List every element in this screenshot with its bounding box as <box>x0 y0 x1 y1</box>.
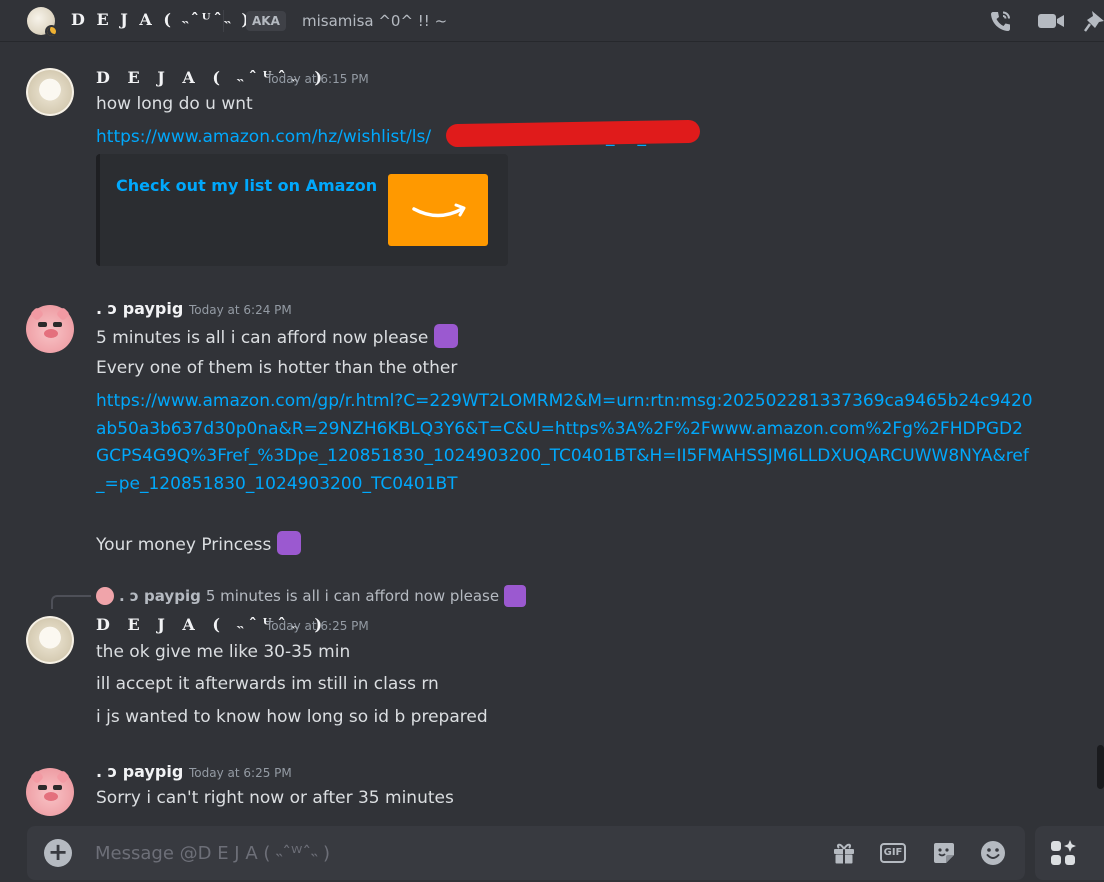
idle-status-icon <box>45 25 58 38</box>
app-launcher-icon <box>1051 840 1076 865</box>
message-line: Your money Princess <box>96 531 301 557</box>
reply-preview[interactable]: . ɔ paypig 5 minutes is all i can afford… <box>96 585 527 607</box>
voice-call-icon[interactable] <box>988 9 1014 33</box>
header-display-name[interactable]: D E J A ( ˵ˆᵂˆ˵ ) <box>71 10 252 30</box>
wishlist-link[interactable]: https://www.amazon.com/hz/wishlist/ls/ <box>96 127 431 147</box>
add-attachment-button[interactable]: + <box>44 839 72 867</box>
message-text: 5 minutes is all i can afford now please <box>96 328 429 348</box>
message-timestamp: Today at 6:25 PM <box>189 766 292 780</box>
gift-icon[interactable] <box>829 838 859 868</box>
gif-label: GIF <box>880 843 906 863</box>
message-composer: + GIF <box>27 826 1025 880</box>
embed-title[interactable]: Check out my list on Amazon <box>116 176 377 195</box>
pin-icon[interactable] <box>1084 9 1104 33</box>
message-author[interactable]: . ɔ paypig <box>96 762 183 781</box>
message-text: Sorry i can't right now or after 35 minu… <box>96 788 454 808</box>
emoji-icon[interactable] <box>978 838 1008 868</box>
message-line: 5 minutes is all i can afford now please <box>96 324 458 350</box>
header-divider <box>223 10 224 32</box>
message-text: Every one of them is hotter than the oth… <box>96 358 458 378</box>
message-timestamp: Today at 6:24 PM <box>189 303 292 317</box>
avatar[interactable] <box>26 768 74 816</box>
scrollbar-thumb[interactable] <box>1097 745 1104 789</box>
apps-button[interactable] <box>1035 826 1104 880</box>
amazon-gift-link[interactable]: https://www.amazon.com/gp/r.html?C=229WT… <box>96 388 1036 498</box>
aka-names: misamisa ^0^ !! ~ <box>302 12 448 30</box>
kneeling-emoji-icon <box>504 585 527 607</box>
amazon-logo-icon[interactable] <box>388 174 488 246</box>
gif-button[interactable]: GIF <box>878 838 908 868</box>
aka-badge: AKA <box>246 11 286 31</box>
message-text: Your money Princess <box>96 535 272 555</box>
kneeling-emoji-icon[interactable] <box>276 531 301 555</box>
avatar[interactable] <box>26 305 74 353</box>
message-author[interactable]: . ɔ paypig <box>96 299 183 318</box>
video-call-icon[interactable] <box>1036 9 1066 33</box>
link-embed: Check out my list on Amazon <box>96 154 508 266</box>
message-text: how long do u wnt <box>96 94 253 114</box>
reply-connector <box>51 595 91 609</box>
message-timestamp: Today at 6:15 PM <box>266 72 369 86</box>
avatar[interactable] <box>26 68 74 116</box>
reply-avatar <box>96 587 114 605</box>
message-text: ill accept it afterwards im still in cla… <box>96 674 439 694</box>
header-avatar[interactable] <box>27 7 58 38</box>
message-input[interactable] <box>95 826 815 880</box>
reply-author[interactable]: . ɔ paypig <box>119 587 201 605</box>
kneeling-emoji-icon[interactable] <box>433 324 458 348</box>
reply-text[interactable]: 5 minutes is all i can afford now please <box>206 587 499 605</box>
message-timestamp: Today at 6:25 PM <box>266 619 369 633</box>
avatar[interactable] <box>26 616 74 664</box>
redaction-mark <box>445 119 701 148</box>
channel-header: D E J A ( ˵ˆᵂˆ˵ ) AKA misamisa ^0^ !! ~ <box>0 0 1104 42</box>
message-text: the ok give me like 30-35 min <box>96 642 351 662</box>
message-text: i js wanted to know how long so id b pre… <box>96 707 488 727</box>
sticker-icon[interactable] <box>929 838 959 868</box>
